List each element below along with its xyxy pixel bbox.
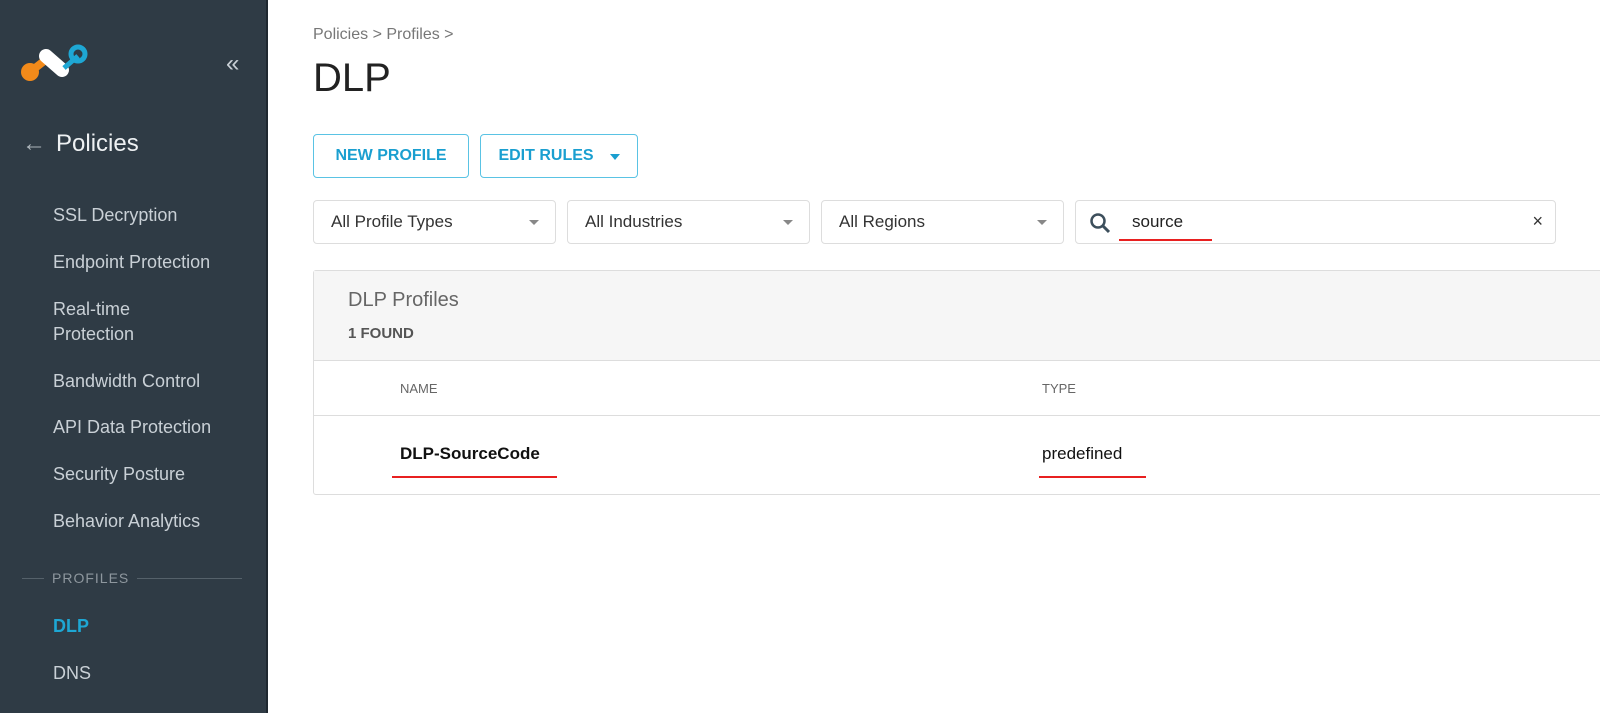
sidebar-item-dns[interactable]: DNS	[53, 661, 91, 686]
netskope-logo	[21, 44, 88, 81]
caret-down-icon	[529, 220, 539, 230]
collapse-sidebar-icon[interactable]: «	[226, 50, 239, 78]
back-to-policies[interactable]: ← Policies	[22, 130, 139, 158]
sidebar: « ← Policies SSL Decryption Endpoint Prot…	[0, 0, 268, 713]
clear-search-icon[interactable]: ×	[1532, 211, 1543, 232]
caret-down-icon	[1037, 220, 1047, 230]
breadcrumb[interactable]: Policies > Profiles >	[313, 26, 454, 44]
sidebar-item-behavior-analytics[interactable]: Behavior Analytics	[53, 509, 200, 534]
page-title: DLP	[313, 56, 391, 100]
new-profile-button[interactable]: NEW PROFILE	[313, 134, 469, 178]
profile-types-select[interactable]: All Profile Types	[313, 200, 556, 244]
sidebar-item-ssl-decryption[interactable]: SSL Decryption	[53, 203, 177, 228]
sidebar-item-security-posture[interactable]: Security Posture	[53, 462, 185, 487]
edit-rules-button[interactable]: EDIT RULES	[480, 134, 638, 178]
sidebar-item-realtime-protection[interactable]: Real-time Protection	[53, 297, 173, 347]
table-row[interactable]: DLP-SourceCode predefined	[314, 416, 1600, 494]
regions-select[interactable]: All Regions	[821, 200, 1064, 244]
search-icon	[1090, 213, 1111, 234]
caret-down-icon	[783, 220, 793, 230]
annotation-underline	[392, 476, 557, 478]
annotation-underline	[1119, 239, 1212, 241]
search-input[interactable]: source ×	[1075, 200, 1556, 244]
profiles-section-header: PROFILES	[22, 570, 242, 586]
sidebar-item-api-data-protection[interactable]: API Data Protection	[53, 415, 211, 440]
sidebar-item-bandwidth-control[interactable]: Bandwidth Control	[53, 369, 200, 394]
arrow-left-icon: ←	[22, 130, 46, 157]
sidebar-item-dlp[interactable]: DLP	[53, 614, 89, 639]
sidebar-item-endpoint-protection[interactable]: Endpoint Protection	[53, 250, 210, 275]
industries-select[interactable]: All Industries	[567, 200, 810, 244]
annotation-underline	[1039, 476, 1146, 478]
caret-down-icon	[609, 153, 620, 165]
dlp-profiles-panel: DLP Profiles 1 FOUND NAME TYPE DLP-Sourc…	[313, 270, 1600, 495]
table-header: NAME TYPE	[314, 361, 1600, 416]
